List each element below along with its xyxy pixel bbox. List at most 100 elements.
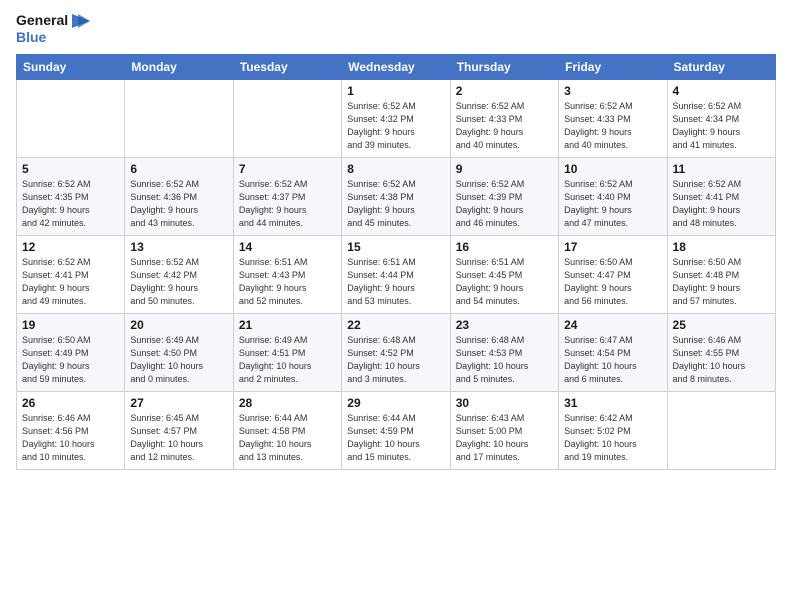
day-info: Sunrise: 6:48 AM Sunset: 4:52 PM Dayligh… [347, 334, 444, 386]
day-number: 15 [347, 240, 444, 254]
day-number: 22 [347, 318, 444, 332]
day-number: 31 [564, 396, 661, 410]
day-info: Sunrise: 6:52 AM Sunset: 4:38 PM Dayligh… [347, 178, 444, 230]
day-info: Sunrise: 6:52 AM Sunset: 4:37 PM Dayligh… [239, 178, 336, 230]
day-number: 23 [456, 318, 553, 332]
day-number: 2 [456, 84, 553, 98]
day-info: Sunrise: 6:44 AM Sunset: 4:59 PM Dayligh… [347, 412, 444, 464]
day-number: 1 [347, 84, 444, 98]
day-info: Sunrise: 6:52 AM Sunset: 4:42 PM Dayligh… [130, 256, 227, 308]
calendar-cell: 16 Sunrise: 6:51 AM Sunset: 4:45 PM Dayli… [450, 235, 558, 313]
calendar-cell: 15 Sunrise: 6:51 AM Sunset: 4:44 PM Dayli… [342, 235, 450, 313]
calendar-cell: 7Sunrise: 6:52 AM Sunset: 4:37 PM Daylig… [233, 157, 341, 235]
calendar-cell: 17 Sunrise: 6:50 AM Sunset: 4:47 PM Dayli… [559, 235, 667, 313]
day-number: 13 [130, 240, 227, 254]
day-number: 28 [239, 396, 336, 410]
logo-text: General Blue [16, 12, 90, 46]
col-header-thursday: Thursday [450, 54, 558, 79]
day-info: Sunrise: 6:50 AM Sunset: 4:48 PM Dayligh… [673, 256, 770, 308]
day-info: Sunrise: 6:46 AM Sunset: 4:55 PM Dayligh… [673, 334, 770, 386]
col-header-saturday: Saturday [667, 54, 775, 79]
header: General Blue [16, 12, 776, 46]
calendar-cell [125, 79, 233, 157]
calendar-cell [17, 79, 125, 157]
calendar-cell: 5 Sunrise: 6:52 AM Sunset: 4:35 PM Daylig… [17, 157, 125, 235]
calendar-cell: 27 Sunrise: 6:45 AM Sunset: 4:57 PM Dayli… [125, 391, 233, 469]
day-number: 18 [673, 240, 770, 254]
day-info: Sunrise: 6:49 AM Sunset: 4:50 PM Dayligh… [130, 334, 227, 386]
day-info: Sunrise: 6:52 AM Sunset: 4:41 PM Dayligh… [673, 178, 770, 230]
day-info: Sunrise: 6:44 AM Sunset: 4:58 PM Dayligh… [239, 412, 336, 464]
calendar-cell: 2 Sunrise: 6:52 AM Sunset: 4:33 PM Daylig… [450, 79, 558, 157]
day-info: Sunrise: 6:51 AM Sunset: 4:45 PM Dayligh… [456, 256, 553, 308]
day-info: Sunrise: 6:52 AM Sunset: 4:39 PM Dayligh… [456, 178, 553, 230]
col-header-monday: Monday [125, 54, 233, 79]
calendar-cell: 30 Sunrise: 6:43 AM Sunset: 5:00 PM Dayli… [450, 391, 558, 469]
day-info: Sunrise: 6:52 AM Sunset: 4:34 PM Dayligh… [673, 100, 770, 152]
calendar-cell: 18 Sunrise: 6:50 AM Sunset: 4:48 PM Dayli… [667, 235, 775, 313]
day-number: 10 [564, 162, 661, 176]
day-info: Sunrise: 6:52 AM Sunset: 4:36 PM Dayligh… [130, 178, 227, 230]
col-header-friday: Friday [559, 54, 667, 79]
day-number: 11 [673, 162, 770, 176]
day-info: Sunrise: 6:51 AM Sunset: 4:43 PM Dayligh… [239, 256, 336, 308]
day-number: 16 [456, 240, 553, 254]
calendar-cell: 13 Sunrise: 6:52 AM Sunset: 4:42 PM Dayli… [125, 235, 233, 313]
calendar-table: SundayMondayTuesdayWednesdayThursdayFrid… [16, 54, 776, 470]
calendar-cell: 26 Sunrise: 6:46 AM Sunset: 4:56 PM Dayli… [17, 391, 125, 469]
calendar-cell [233, 79, 341, 157]
day-info: Sunrise: 6:52 AM Sunset: 4:40 PM Dayligh… [564, 178, 661, 230]
day-number: 4 [673, 84, 770, 98]
calendar-cell: 14 Sunrise: 6:51 AM Sunset: 4:43 PM Dayli… [233, 235, 341, 313]
day-info: Sunrise: 6:51 AM Sunset: 4:44 PM Dayligh… [347, 256, 444, 308]
calendar-cell: 6 Sunrise: 6:52 AM Sunset: 4:36 PM Daylig… [125, 157, 233, 235]
day-number: 26 [22, 396, 119, 410]
calendar-cell: 20 Sunrise: 6:49 AM Sunset: 4:50 PM Dayli… [125, 313, 233, 391]
calendar-cell: 10 Sunrise: 6:52 AM Sunset: 4:40 PM Dayli… [559, 157, 667, 235]
calendar-week-row: 26 Sunrise: 6:46 AM Sunset: 4:56 PM Dayli… [17, 391, 776, 469]
day-info: Sunrise: 6:50 AM Sunset: 4:49 PM Dayligh… [22, 334, 119, 386]
day-info: Sunrise: 6:42 AM Sunset: 5:02 PM Dayligh… [564, 412, 661, 464]
day-number: 20 [130, 318, 227, 332]
calendar-header-row: SundayMondayTuesdayWednesdayThursdayFrid… [17, 54, 776, 79]
calendar-cell: 3 Sunrise: 6:52 AM Sunset: 4:33 PM Daylig… [559, 79, 667, 157]
day-number: 3 [564, 84, 661, 98]
day-number: 25 [673, 318, 770, 332]
day-info: Sunrise: 6:52 AM Sunset: 4:41 PM Dayligh… [22, 256, 119, 308]
day-number: 30 [456, 396, 553, 410]
day-info: Sunrise: 6:47 AM Sunset: 4:54 PM Dayligh… [564, 334, 661, 386]
day-number: 24 [564, 318, 661, 332]
calendar-cell: 12 Sunrise: 6:52 AM Sunset: 4:41 PM Dayli… [17, 235, 125, 313]
day-number: 12 [22, 240, 119, 254]
day-number: 14 [239, 240, 336, 254]
day-number: 6 [130, 162, 227, 176]
col-header-sunday: Sunday [17, 54, 125, 79]
day-info: Sunrise: 6:43 AM Sunset: 5:00 PM Dayligh… [456, 412, 553, 464]
calendar-cell: 11 Sunrise: 6:52 AM Sunset: 4:41 PM Dayli… [667, 157, 775, 235]
day-info: Sunrise: 6:52 AM Sunset: 4:33 PM Dayligh… [456, 100, 553, 152]
day-number: 5 [22, 162, 119, 176]
day-number: 8 [347, 162, 444, 176]
calendar-cell: 1 Sunrise: 6:52 AM Sunset: 4:32 PM Daylig… [342, 79, 450, 157]
calendar-cell: 9Sunrise: 6:52 AM Sunset: 4:39 PM Daylig… [450, 157, 558, 235]
calendar-cell: 31 Sunrise: 6:42 AM Sunset: 5:02 PM Dayli… [559, 391, 667, 469]
day-number: 21 [239, 318, 336, 332]
calendar-week-row: 12 Sunrise: 6:52 AM Sunset: 4:41 PM Dayli… [17, 235, 776, 313]
calendar-week-row: 1 Sunrise: 6:52 AM Sunset: 4:32 PM Daylig… [17, 79, 776, 157]
day-info: Sunrise: 6:45 AM Sunset: 4:57 PM Dayligh… [130, 412, 227, 464]
calendar-cell: 21 Sunrise: 6:49 AM Sunset: 4:51 PM Dayli… [233, 313, 341, 391]
day-info: Sunrise: 6:49 AM Sunset: 4:51 PM Dayligh… [239, 334, 336, 386]
day-number: 17 [564, 240, 661, 254]
day-info: Sunrise: 6:52 AM Sunset: 4:32 PM Dayligh… [347, 100, 444, 152]
day-info: Sunrise: 6:52 AM Sunset: 4:35 PM Dayligh… [22, 178, 119, 230]
day-info: Sunrise: 6:46 AM Sunset: 4:56 PM Dayligh… [22, 412, 119, 464]
calendar-cell: 8 Sunrise: 6:52 AM Sunset: 4:38 PM Daylig… [342, 157, 450, 235]
calendar-cell [667, 391, 775, 469]
calendar-cell: 28 Sunrise: 6:44 AM Sunset: 4:58 PM Dayli… [233, 391, 341, 469]
calendar-cell: 24 Sunrise: 6:47 AM Sunset: 4:54 PM Dayli… [559, 313, 667, 391]
col-header-tuesday: Tuesday [233, 54, 341, 79]
calendar-cell: 22 Sunrise: 6:48 AM Sunset: 4:52 PM Dayli… [342, 313, 450, 391]
day-info: Sunrise: 6:50 AM Sunset: 4:47 PM Dayligh… [564, 256, 661, 308]
day-number: 27 [130, 396, 227, 410]
day-info: Sunrise: 6:52 AM Sunset: 4:33 PM Dayligh… [564, 100, 661, 152]
